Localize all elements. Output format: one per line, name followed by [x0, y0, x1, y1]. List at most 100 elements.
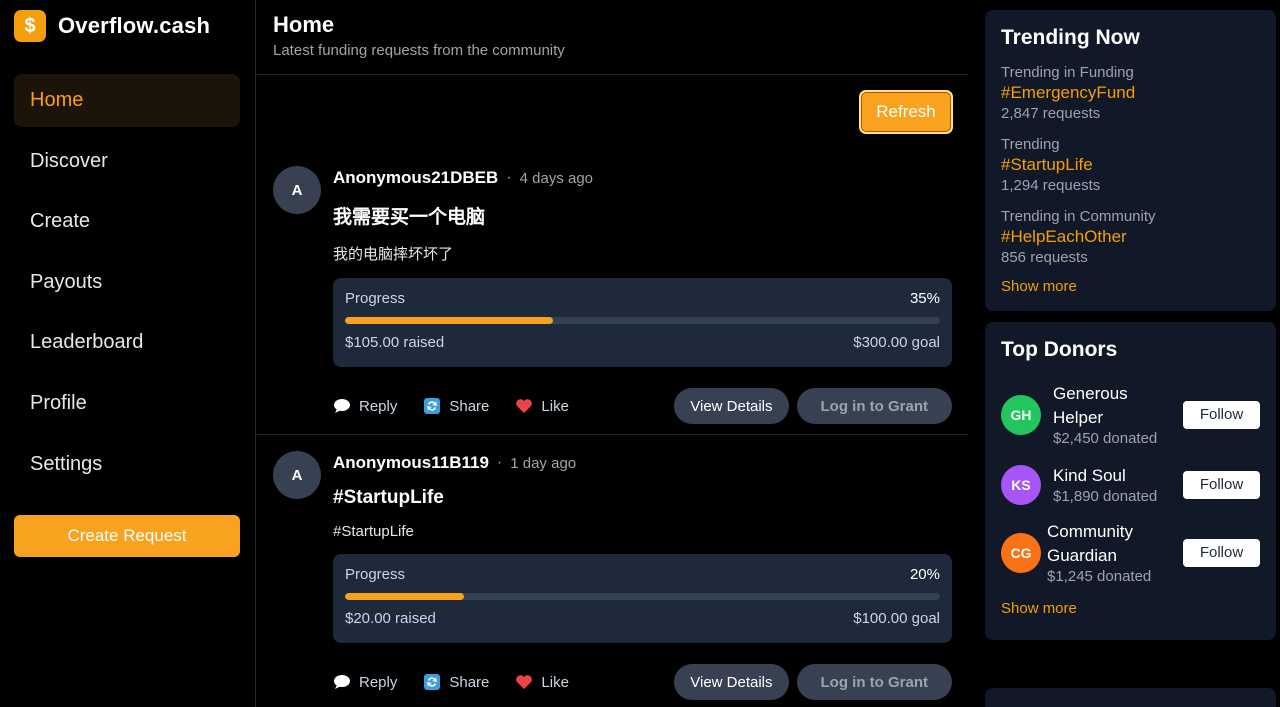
- dollar-logo-icon: $: [14, 10, 46, 42]
- main-header: Home Latest funding requests from the co…: [257, 0, 968, 75]
- trend-category: Trending in Community: [1001, 208, 1156, 225]
- post-time: 4 days ago: [519, 169, 594, 187]
- progress-percent: 35%: [909, 290, 940, 307]
- post-author[interactable]: Anonymous11B119: [333, 453, 489, 473]
- post-actions: Reply Share Like View Details Log in to: [333, 664, 952, 700]
- donor-amount: $1,245 donated: [1047, 568, 1152, 585]
- trend-tag[interactable]: #EmergencyFund: [1001, 83, 1260, 103]
- trend-count: 856 requests: [1001, 249, 1088, 266]
- trending-title: Trending Now: [1001, 26, 1140, 49]
- raised-amount: $20.00 raised: [345, 610, 436, 627]
- nav-item-settings[interactable]: Settings: [14, 438, 240, 491]
- avatar[interactable]: GH: [1001, 394, 1041, 435]
- donor-name[interactable]: Generous Helper: [1053, 382, 1163, 430]
- log-in-to-grant-button[interactable]: Log in to Grant: [796, 664, 952, 700]
- view-details-button[interactable]: View Details: [674, 664, 789, 700]
- top-donors-panel: Top Donors GH Generous Helper $2,450 don…: [985, 322, 1276, 640]
- nav-item-discover[interactable]: Discover: [14, 135, 240, 188]
- page-title: Home: [273, 12, 335, 37]
- brand[interactable]: $ Overflow.cash: [14, 10, 210, 42]
- share-button[interactable]: Share: [423, 397, 489, 415]
- donor-name[interactable]: Community Guardian: [1047, 520, 1157, 568]
- reply-button[interactable]: Reply: [333, 673, 397, 691]
- trend-count: 2,847 requests: [1001, 105, 1101, 122]
- follow-button[interactable]: Follow: [1183, 538, 1260, 567]
- speech-bubble-icon: [333, 673, 351, 691]
- donor-amount: $1,890 donated: [1053, 488, 1158, 505]
- meta-separator: ·: [496, 454, 503, 471]
- trend-category: Trending: [1001, 136, 1060, 153]
- progress-label: Progress: [345, 566, 406, 583]
- post-meta: Anonymous21DBEB · 4 days ago: [333, 168, 952, 188]
- donor-row: GH Generous Helper $2,450 donated Follow: [1001, 382, 1260, 447]
- post-meta: Anonymous11B119 · 1 day ago: [333, 453, 952, 473]
- next-panel: [985, 688, 1276, 707]
- reply-button[interactable]: Reply: [333, 397, 397, 415]
- reply-label: Reply: [359, 397, 398, 415]
- share-icon: [423, 673, 441, 691]
- page-subtitle: Latest funding requests from the communi…: [273, 42, 565, 59]
- nav-item-home[interactable]: Home: [14, 74, 240, 127]
- goal-amount: $300.00 goal: [853, 334, 940, 351]
- heart-icon: [515, 397, 533, 415]
- trending-show-more-link[interactable]: Show more: [1001, 278, 1260, 295]
- post-body: Anonymous11B119 · 1 day ago #StartupLife…: [333, 453, 952, 700]
- nav-item-payouts[interactable]: Payouts: [14, 256, 240, 309]
- donors-show-more-link[interactable]: Show more: [1001, 600, 1077, 617]
- create-request-button[interactable]: Create Request: [14, 515, 240, 557]
- nav-item-create[interactable]: Create: [14, 195, 240, 248]
- donor-row: CG Community Guardian $1,245 donated Fol…: [1001, 520, 1260, 585]
- post-title[interactable]: 我需要买一个电脑: [333, 202, 952, 229]
- like-label: Like: [541, 673, 569, 691]
- trend-item[interactable]: Trending in Funding #EmergencyFund 2,847…: [1001, 64, 1260, 122]
- progress-bar-fill: [345, 317, 554, 324]
- post-time: 1 day ago: [510, 454, 577, 472]
- log-in-to-grant-button[interactable]: Log in to Grant: [796, 388, 952, 424]
- sidebar: $ Overflow.cash Home Discover Create Pay…: [0, 0, 256, 707]
- post-text: 我的电脑摔坏坏了: [333, 246, 454, 263]
- progress-bar: [345, 317, 940, 324]
- follow-button[interactable]: Follow: [1183, 470, 1260, 499]
- progress-card: Progress 20% $20.00 raised $100.00 goal: [333, 554, 952, 643]
- share-label: Share: [449, 397, 490, 415]
- trend-count: 1,294 requests: [1001, 177, 1101, 194]
- share-button[interactable]: Share: [423, 673, 489, 691]
- avatar[interactable]: A: [273, 166, 321, 214]
- main-feed: Home Latest funding requests from the co…: [257, 0, 968, 707]
- share-icon: [423, 397, 441, 415]
- donor-name[interactable]: Kind Soul: [1053, 464, 1183, 488]
- speech-bubble-icon: [333, 397, 351, 415]
- trend-tag[interactable]: #StartupLife: [1001, 155, 1260, 175]
- nav-item-leaderboard[interactable]: Leaderboard: [14, 316, 240, 369]
- progress-card: Progress 35% $105.00 raised $300.00 goal: [333, 278, 952, 367]
- like-button[interactable]: Like: [515, 673, 569, 691]
- share-label: Share: [449, 673, 490, 691]
- brand-name: Overflow.cash: [58, 13, 211, 38]
- like-label: Like: [541, 397, 569, 415]
- trend-item[interactable]: Trending in Community #HelpEachOther 856…: [1001, 208, 1260, 266]
- post-title[interactable]: #StartupLife: [333, 487, 952, 509]
- view-details-button[interactable]: View Details: [674, 388, 789, 424]
- top-donors-title: Top Donors: [1001, 338, 1118, 361]
- avatar[interactable]: A: [273, 451, 321, 499]
- like-button[interactable]: Like: [515, 397, 569, 415]
- funding-post: A Anonymous11B119 · 1 day ago #StartupLi…: [257, 434, 968, 700]
- nav-item-profile[interactable]: Profile: [14, 377, 240, 430]
- reply-label: Reply: [359, 673, 398, 691]
- follow-button[interactable]: Follow: [1183, 400, 1260, 429]
- trend-tag[interactable]: #HelpEachOther: [1001, 227, 1260, 247]
- donor-row: KS Kind Soul $1,890 donated Follow: [1001, 464, 1260, 505]
- right-sidebar: Trending Now Trending in Funding #Emerge…: [985, 10, 1276, 707]
- progress-bar-fill: [345, 593, 464, 600]
- trend-item[interactable]: Trending #StartupLife 1,294 requests: [1001, 136, 1260, 194]
- raised-amount: $105.00 raised: [345, 334, 445, 351]
- avatar[interactable]: KS: [1001, 464, 1041, 505]
- avatar[interactable]: CG: [1001, 532, 1041, 573]
- heart-icon: [515, 673, 533, 691]
- trend-category: Trending in Funding: [1001, 64, 1134, 81]
- post-author[interactable]: Anonymous21DBEB: [333, 168, 498, 188]
- post-body: Anonymous21DBEB · 4 days ago 我需要买一个电脑 我的…: [333, 168, 952, 424]
- main-nav: Home Discover Create Payouts Leaderboard…: [14, 74, 240, 498]
- refresh-button[interactable]: Refresh: [859, 90, 953, 134]
- post-text: #StartupLife: [333, 523, 414, 540]
